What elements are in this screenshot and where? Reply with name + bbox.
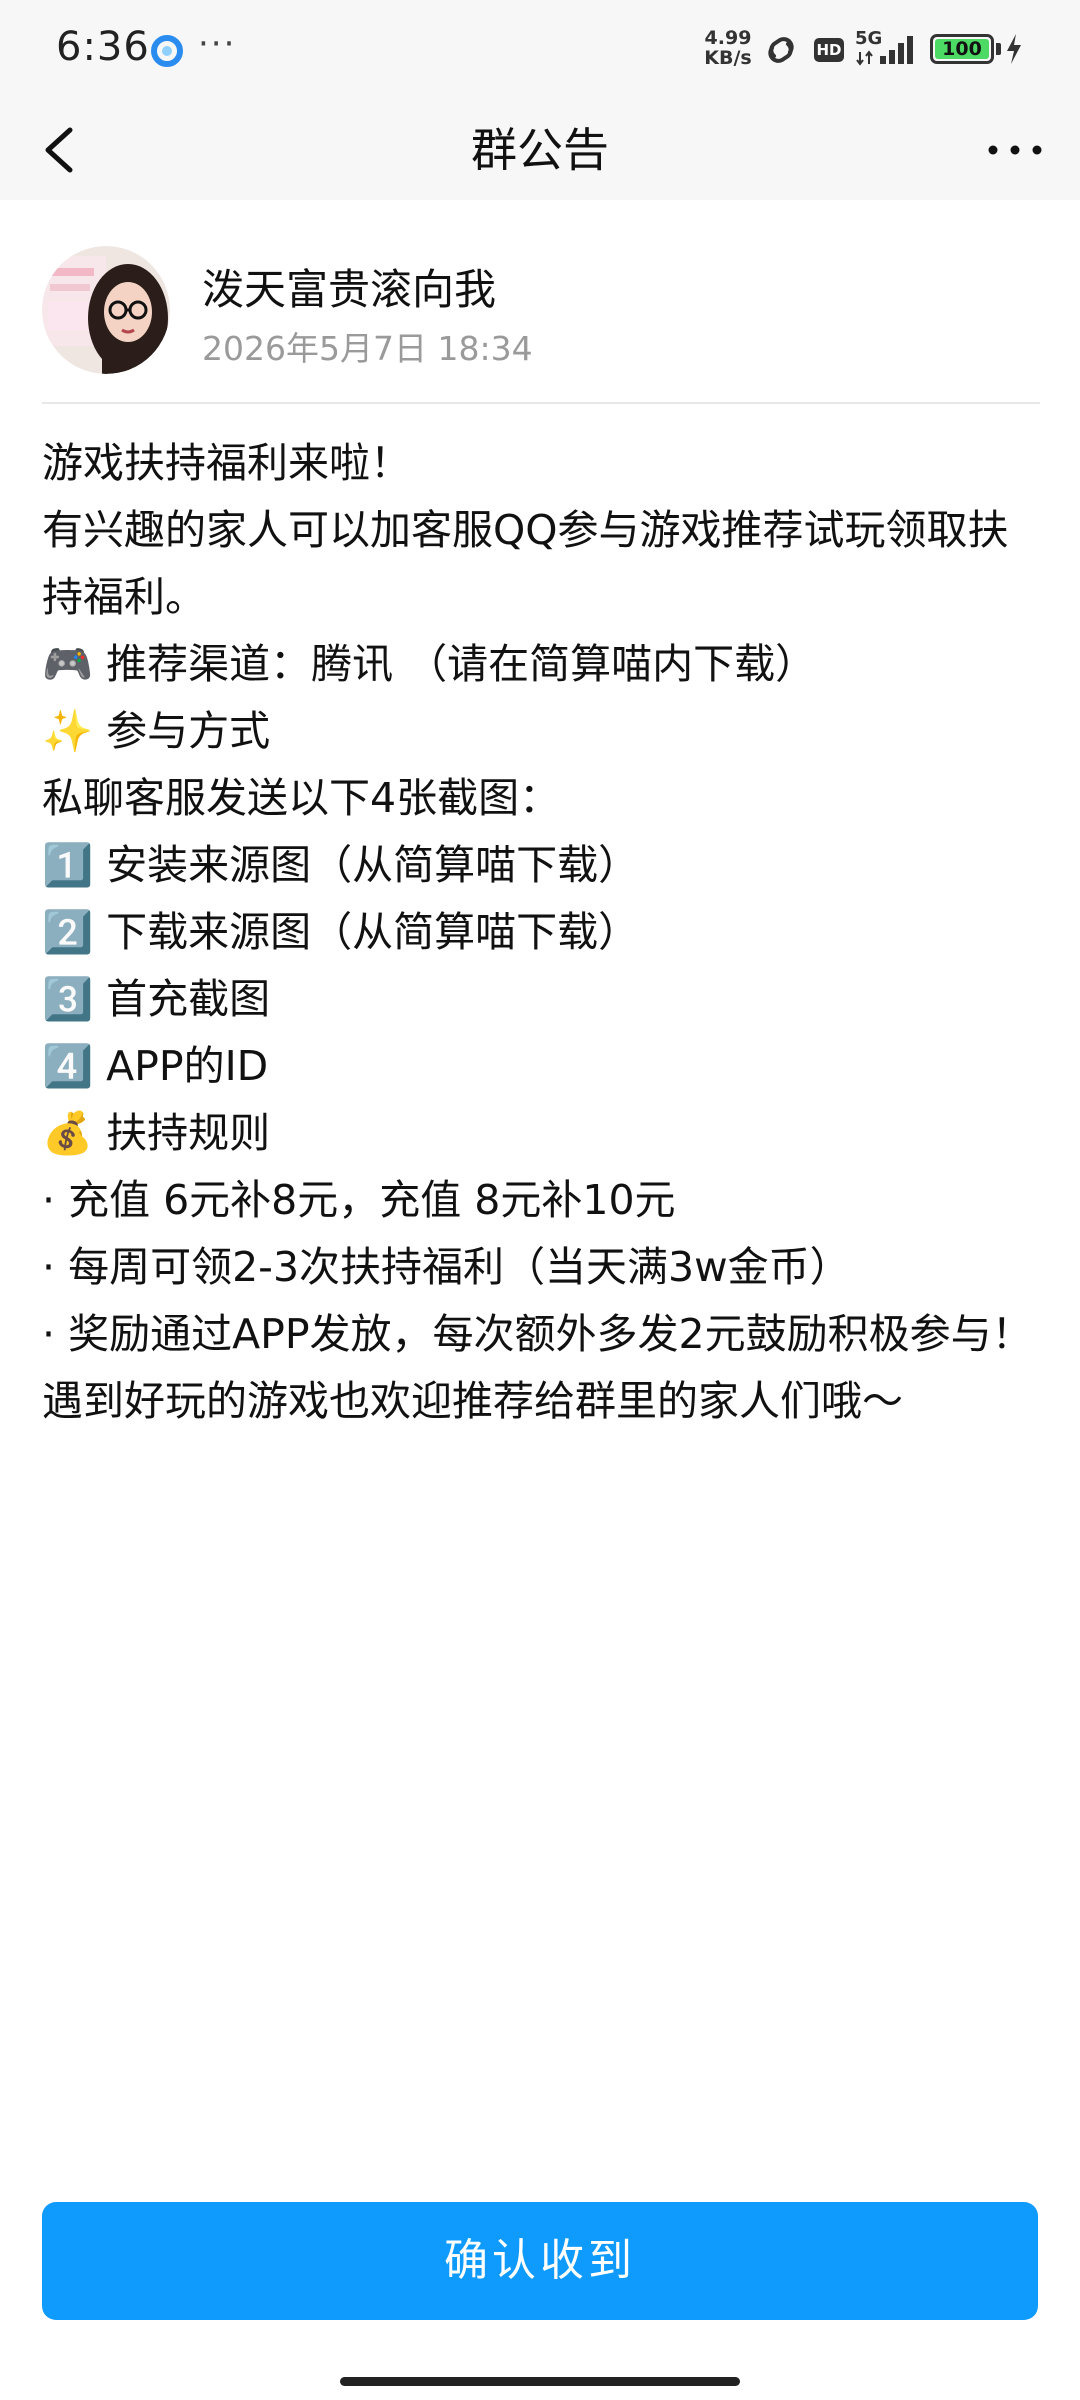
content-line: 💰 扶持规则 [42, 1109, 271, 1157]
status-more-dots: ··· [198, 24, 237, 64]
content-line: · 奖励通过APP发放，每次额外多发2元鼓励积极参与！ [42, 1310, 1033, 1358]
charging-icon [1007, 34, 1021, 64]
network-speed-value: 4.99 [704, 27, 752, 49]
hd-icon: HD [814, 38, 844, 62]
content-line: ✨ 参与方式 [42, 707, 271, 755]
content-line: 2️⃣ 下载来源图（从简算喵下载） [42, 908, 640, 956]
home-indicator[interactable] [340, 2377, 740, 2386]
content-line: 有兴趣的家人可以加客服QQ参与游戏推荐试玩领取扶持福利。 [42, 506, 1009, 621]
network-type: 5G [855, 28, 883, 49]
header-divider [42, 402, 1040, 404]
author-name[interactable]: 泼天富贵滚向我 [202, 256, 496, 317]
status-time: 6:36 [56, 24, 150, 70]
content-line: · 每周可领2-3次扶持福利（当天满3w金币） [42, 1243, 851, 1291]
chevron-left-icon[interactable] [30, 120, 90, 180]
announcement-content: 游戏扶持福利来啦！ 有兴趣的家人可以加客服QQ参与游戏推荐试玩领取扶持福利。 🎮… [42, 430, 1040, 1435]
battery-icon: 100 [930, 34, 994, 64]
battery-level: 100 [935, 39, 989, 59]
status-bar: 6:36 ··· 4.99 KB/s HD 5G 100 [0, 0, 1080, 100]
avatar[interactable] [42, 246, 170, 374]
page-title: 群公告 [471, 123, 609, 177]
content-line: 私聊客服发送以下4张截图： [42, 774, 561, 822]
content-line: · 充值 6元补8元，充值 8元补10元 [42, 1176, 676, 1224]
more-horizontal-icon[interactable] [980, 120, 1050, 180]
content-line: 4️⃣ APP的ID [42, 1042, 269, 1090]
content-line: 🎮 推荐渠道：腾讯 （请在简算喵内下载） [42, 640, 817, 688]
post-timestamp: 2026年5月7日 18:34 [202, 329, 533, 368]
content-line: 1️⃣ 安装来源图（从简算喵下载） [42, 841, 640, 889]
network-speed-unit: KB/s [704, 47, 752, 69]
app-notification-icon [151, 35, 183, 67]
confirm-received-button[interactable]: 确认收到 [42, 2202, 1038, 2320]
battery-cap [996, 43, 1001, 55]
content-line: 遇到好玩的游戏也欢迎推荐给群里的家人们哦～ [42, 1377, 903, 1425]
network-speed: 4.99 KB/s [700, 28, 756, 68]
nav-bar: 群公告 [0, 100, 1080, 200]
link-icon [768, 37, 794, 63]
content-line: 游戏扶持福利来啦！ [42, 439, 411, 487]
content-line: 3️⃣ 首充截图 [42, 975, 271, 1023]
announcement-author: 泼天富贵滚向我 2026年5月7日 18:34 [42, 246, 1040, 404]
